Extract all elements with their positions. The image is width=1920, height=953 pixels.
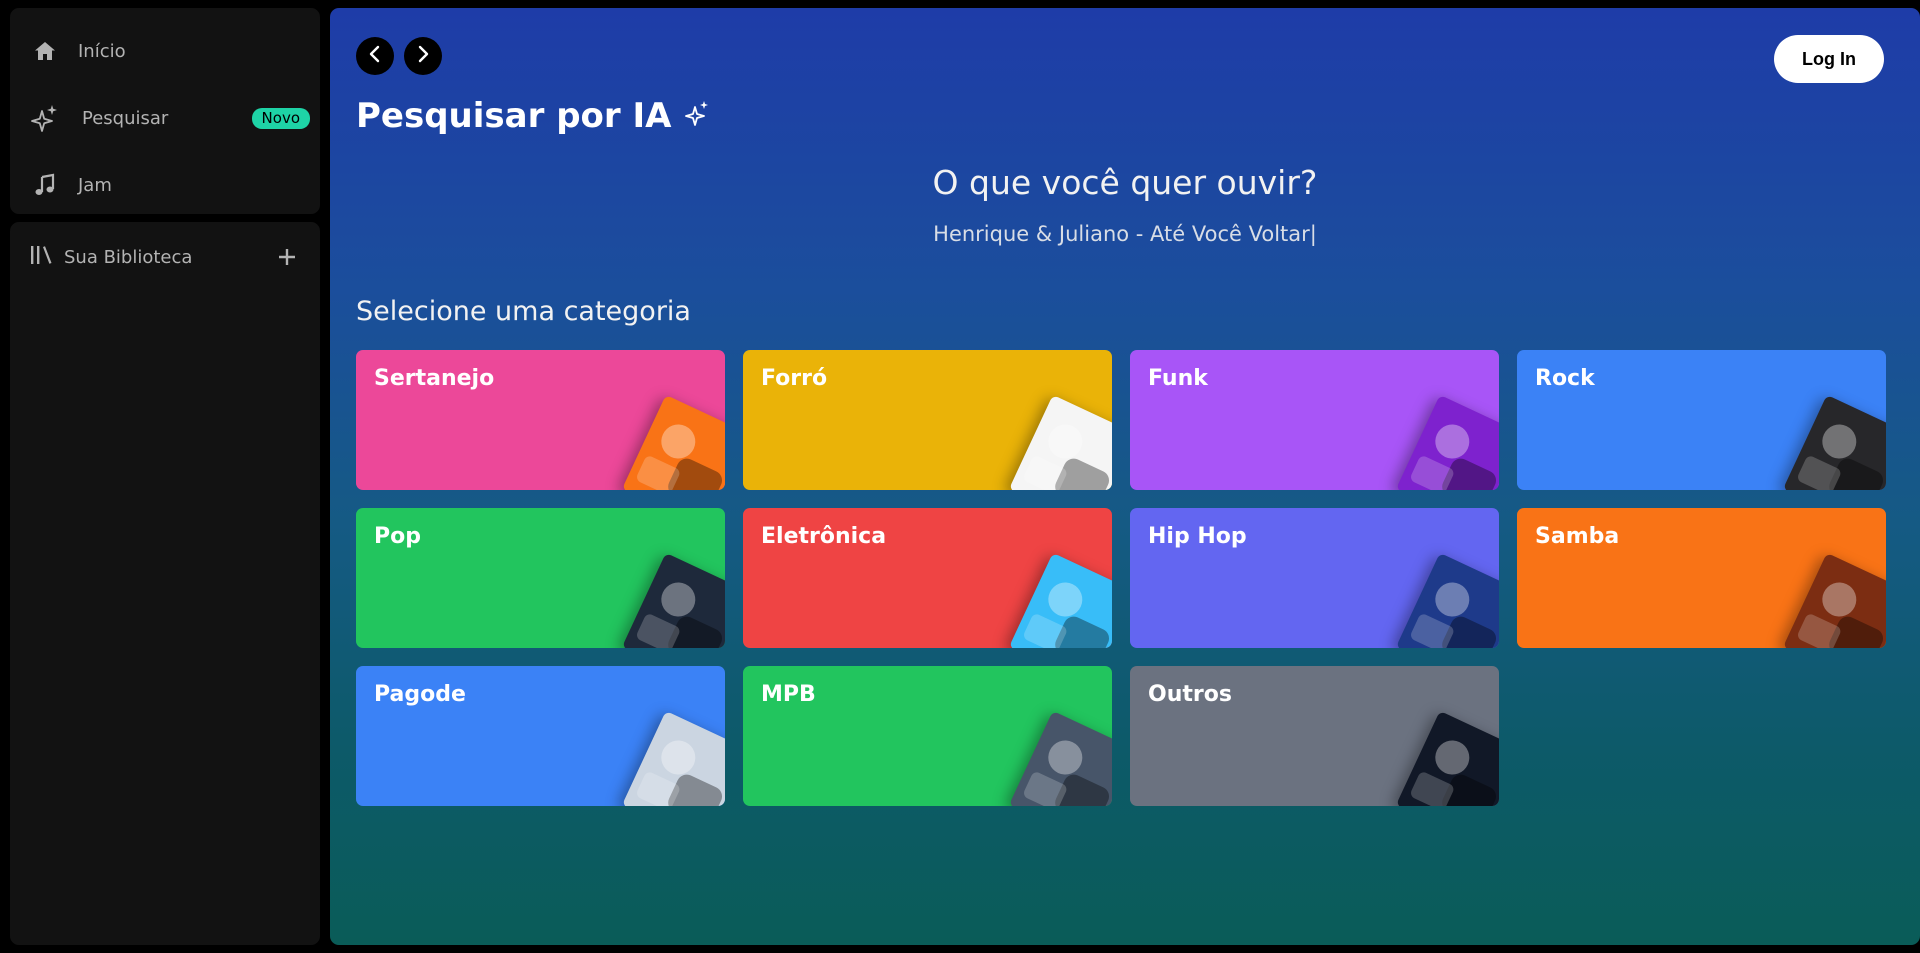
- artwork-shape: [1409, 770, 1456, 806]
- artwork-shape: [1022, 770, 1069, 806]
- category-name: Rock: [1535, 366, 1595, 391]
- artwork-shape: [635, 454, 682, 490]
- category-name: Pagode: [374, 682, 466, 707]
- artwork-shape: [655, 734, 701, 781]
- library-panel: Sua Biblioteca: [10, 222, 320, 945]
- category-card[interactable]: Sertanejo: [356, 350, 725, 490]
- artwork-shape: [1022, 612, 1069, 648]
- category-card[interactable]: MPB: [743, 666, 1112, 806]
- sidebar-nav: Início Pesquisar Novo Jam: [10, 8, 320, 214]
- category-artwork: [1782, 394, 1886, 490]
- library-header[interactable]: Sua Biblioteca: [30, 240, 310, 274]
- artwork-shape: [1816, 418, 1862, 465]
- sparkles-icon: [30, 103, 60, 133]
- chevron-right-icon: [416, 45, 430, 67]
- category-artwork: [621, 552, 725, 648]
- sidebar-item-inicio[interactable]: Início: [30, 33, 126, 69]
- sparkles-icon: [685, 96, 709, 136]
- chevron-left-icon: [368, 45, 382, 67]
- category-name: Forró: [761, 366, 828, 391]
- category-name: Eletrônica: [761, 524, 887, 549]
- sidebar-item-pesquisar[interactable]: Pesquisar Novo: [30, 100, 310, 136]
- category-name: Samba: [1535, 524, 1620, 549]
- home-icon: [30, 36, 60, 66]
- library-label: Sua Biblioteca: [64, 246, 193, 268]
- category-name: Sertanejo: [374, 366, 495, 391]
- artwork-shape: [1042, 734, 1088, 781]
- category-card[interactable]: Funk: [1130, 350, 1499, 490]
- category-artwork: [1008, 394, 1112, 490]
- category-card[interactable]: Pagode: [356, 666, 725, 806]
- app-window: Início Pesquisar Novo Jam Sua Biblioteca…: [0, 0, 1920, 953]
- category-artwork: [1008, 710, 1112, 806]
- category-artwork: [1395, 552, 1499, 648]
- plus-icon[interactable]: [274, 244, 300, 270]
- category-card[interactable]: Rock: [1517, 350, 1886, 490]
- page-title-text: Pesquisar por IA: [356, 96, 672, 136]
- artwork-shape: [1022, 454, 1069, 490]
- music-note-icon: [30, 170, 60, 200]
- category-card[interactable]: Pop: [356, 508, 725, 648]
- category-name: Outros: [1148, 682, 1232, 707]
- category-card[interactable]: Forró: [743, 350, 1112, 490]
- page-title: Pesquisar por IA: [356, 96, 709, 136]
- artwork-shape: [1796, 454, 1843, 490]
- artwork-shape: [1429, 418, 1475, 465]
- sidebar-item-jam[interactable]: Jam: [30, 167, 112, 203]
- category-name: Funk: [1148, 366, 1208, 391]
- category-artwork: [621, 394, 725, 490]
- category-card[interactable]: Hip Hop: [1130, 508, 1499, 648]
- artwork-shape: [655, 418, 701, 465]
- artwork-shape: [655, 576, 701, 623]
- artwork-shape: [1816, 576, 1862, 623]
- artwork-shape: [635, 612, 682, 648]
- artwork-shape: [1429, 576, 1475, 623]
- category-name: Pop: [374, 524, 421, 549]
- category-artwork: [1395, 394, 1499, 490]
- category-card[interactable]: Samba: [1517, 508, 1886, 648]
- category-grid: Sertanejo Forró Funk Rock Pop Eletrônica Hip H…: [356, 350, 1889, 850]
- artwork-shape: [1796, 612, 1843, 648]
- library-icon: [30, 244, 56, 270]
- sidebar-item-label: Início: [78, 40, 126, 62]
- artwork-shape: [1042, 576, 1088, 623]
- artwork-shape: [1042, 418, 1088, 465]
- category-section-title: Selecione uma categoria: [356, 296, 691, 327]
- category-artwork: [1395, 710, 1499, 806]
- login-button[interactable]: Log In: [1774, 35, 1884, 83]
- search-question: O que você quer ouvir?: [932, 163, 1318, 202]
- search-input[interactable]: Henrique & Juliano - Até Você Voltar|: [330, 222, 1920, 246]
- forward-button[interactable]: [404, 37, 442, 75]
- category-card[interactable]: Eletrônica: [743, 508, 1112, 648]
- artwork-shape: [1409, 454, 1456, 490]
- category-artwork: [1782, 552, 1886, 648]
- category-card[interactable]: Outros: [1130, 666, 1499, 806]
- sidebar-item-label: Pesquisar: [82, 107, 169, 129]
- artwork-shape: [1409, 612, 1456, 648]
- category-artwork: [621, 710, 725, 806]
- category-name: Hip Hop: [1148, 524, 1247, 549]
- artwork-shape: [1429, 734, 1475, 781]
- main-content: Log In Pesquisar por IA O que você quer …: [330, 8, 1920, 945]
- category-artwork: [1008, 552, 1112, 648]
- new-badge: Novo: [251, 108, 310, 129]
- category-name: MPB: [761, 682, 816, 707]
- artwork-shape: [635, 770, 682, 806]
- back-button[interactable]: [356, 37, 394, 75]
- sidebar-item-label: Jam: [78, 174, 112, 196]
